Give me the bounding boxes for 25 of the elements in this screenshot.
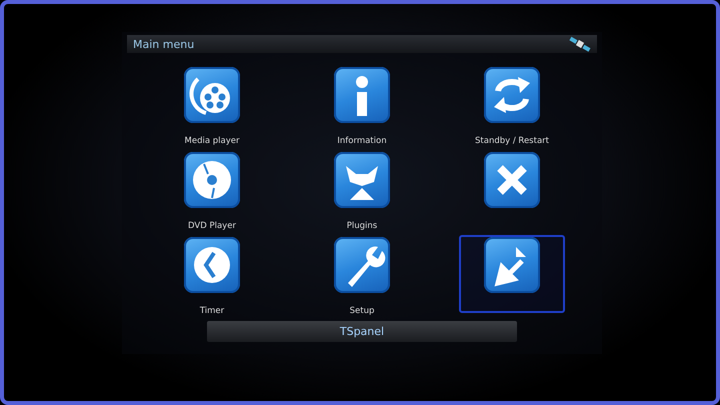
clock-icon	[184, 237, 240, 293]
info-icon	[334, 67, 390, 123]
menu-item[interactable]: DVD Player	[159, 150, 265, 228]
menu-item[interactable]: Media player	[159, 65, 265, 143]
menu-item[interactable]: Information	[309, 65, 415, 143]
menu-item-label: Media player	[184, 136, 240, 146]
menu-item-label: Standby / Restart	[475, 136, 549, 146]
wrench-icon	[334, 237, 390, 293]
close-icon	[484, 152, 540, 208]
plug-icon	[334, 152, 390, 208]
menu-item-label: Plugins	[346, 221, 378, 231]
menu-item-label: Timer	[200, 306, 224, 316]
menu-item-label: Information	[337, 136, 387, 146]
menu-item-label: Setup	[350, 306, 374, 316]
film-reel-icon	[184, 67, 240, 123]
menu-item[interactable]: Timer	[159, 235, 265, 313]
menu-item[interactable]: Standby / Restart	[459, 65, 565, 143]
status-bar: TSpanel	[207, 321, 517, 342]
window-title: Main menu	[133, 38, 194, 50]
menu-item[interactable]: Plugins	[309, 150, 415, 228]
satellite-icon	[569, 35, 591, 53]
menu-item[interactable]: Setup	[309, 235, 415, 313]
menu-item-label: DVD Player	[188, 221, 236, 231]
menu-item[interactable]	[459, 235, 565, 313]
refresh-arrows-icon	[484, 67, 540, 123]
